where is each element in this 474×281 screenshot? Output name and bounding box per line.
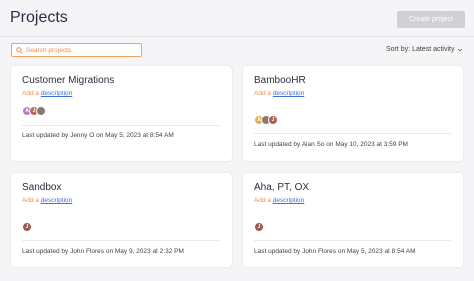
project-description: Add a description — [22, 90, 73, 97]
search-box[interactable] — [11, 43, 142, 57]
last-updated-text: Last updated by Jenny O on May 5, 2023 a… — [22, 132, 174, 139]
add-description-link[interactable]: description — [41, 197, 72, 204]
project-card[interactable]: BambooHR Add a description A J Last upda… — [243, 66, 463, 161]
divider — [22, 125, 220, 126]
project-title[interactable]: Customer Migrations — [22, 75, 114, 86]
sort-dropdown[interactable]: Sort by: Latest activity — [386, 46, 463, 53]
project-description: Add a description — [254, 90, 305, 97]
project-description: Add a description — [22, 197, 73, 204]
add-description-link[interactable]: description — [273, 197, 304, 204]
project-card[interactable]: Aha, PT, OX Add a description J Last upd… — [243, 173, 463, 267]
avatar[interactable] — [36, 106, 46, 116]
search-icon — [16, 46, 23, 54]
page-title: Projects — [10, 9, 68, 26]
last-updated-text: Last updated by John Flores on May 5, 20… — [254, 248, 416, 255]
project-description: Add a description — [254, 197, 305, 204]
divider — [254, 133, 451, 134]
chevron-down-icon — [458, 48, 463, 51]
project-title[interactable]: Aha, PT, OX — [254, 182, 309, 193]
project-title[interactable]: BambooHR — [254, 75, 306, 86]
avatar[interactable]: J — [254, 222, 264, 232]
last-updated-text: Last updated by Alan So on May 10, 2023 … — [254, 141, 408, 148]
add-description-link[interactable]: description — [41, 90, 72, 97]
project-card[interactable]: Sandbox Add a description J Last updated… — [11, 173, 232, 267]
divider — [254, 240, 451, 241]
avatar[interactable]: J — [268, 115, 278, 125]
sort-label: Sort by: Latest activity — [386, 46, 455, 53]
avatar-group: A J — [22, 106, 46, 116]
add-description-link[interactable]: description — [273, 90, 304, 97]
avatar[interactable]: J — [22, 222, 32, 232]
avatar-group: J — [254, 222, 264, 232]
last-updated-text: Last updated by John Flores on May 9, 20… — [22, 248, 184, 255]
project-title[interactable]: Sandbox — [22, 182, 61, 193]
create-project-button[interactable]: Create project — [397, 11, 465, 28]
avatar-group: A J — [254, 115, 278, 125]
top-bar: Projects Create project — [0, 0, 474, 37]
project-card[interactable]: Customer Migrations Add a description A … — [11, 66, 232, 161]
avatar-group: J — [22, 222, 32, 232]
search-input[interactable] — [26, 46, 136, 54]
divider — [22, 240, 220, 241]
